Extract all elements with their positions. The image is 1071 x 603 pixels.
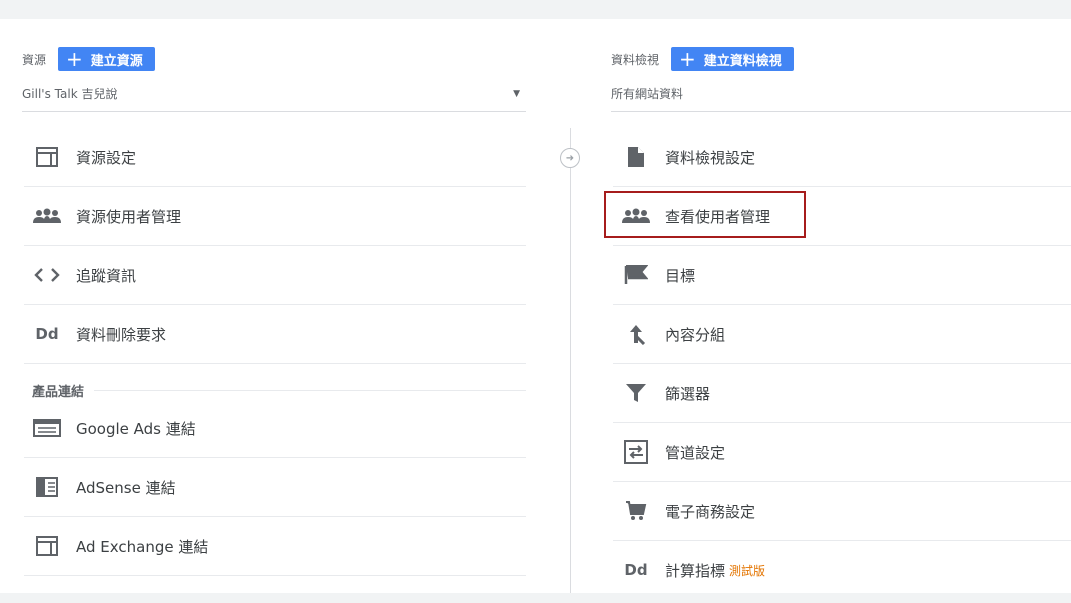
menu-item-label: 管道設定: [665, 443, 726, 462]
menu-item-adsense-links[interactable]: AdSense 連結: [24, 458, 526, 517]
dropdown-arrow-icon: ▼: [513, 89, 520, 99]
menu-item-calculated-metrics[interactable]: Dd 計算指標 測試版: [613, 541, 1071, 599]
people-icon: [621, 208, 651, 224]
view-header: 資料檢視 + 建立資料檢視: [611, 47, 794, 71]
create-view-button[interactable]: + 建立資料檢視: [671, 47, 794, 71]
menu-item-label: 篩選器: [665, 384, 711, 403]
code-icon: [32, 267, 62, 283]
people-icon: [32, 208, 62, 224]
product-links-heading: 產品連結: [32, 382, 526, 400]
menu-item-label: 內容分組: [665, 325, 726, 344]
dd-icon: Dd: [35, 325, 59, 343]
cart-icon: [621, 500, 651, 522]
menu-item-label: 計算指標: [665, 561, 726, 580]
menu-item-goals[interactable]: 目標: [613, 246, 1071, 305]
ads-icon: [32, 419, 62, 437]
create-property-label: 建立資源: [90, 53, 143, 69]
flag-icon: [621, 265, 651, 285]
section-divider: [94, 389, 526, 391]
menu-item-view-settings[interactable]: 資料檢視設定: [613, 128, 1071, 187]
adsense-icon: [32, 477, 62, 497]
menu-item-label: 目標: [665, 266, 696, 285]
menu-item-label: 資源設定: [76, 148, 137, 167]
menu-item-label: Ad Exchange 連結: [76, 537, 209, 556]
menu-item-label: 資料刪除要求: [76, 325, 167, 344]
plus-icon: +: [66, 47, 83, 71]
menu-item-label: Google Ads 連結: [76, 419, 196, 438]
create-property-button[interactable]: + 建立資源: [58, 47, 155, 71]
property-label: 資源: [22, 52, 47, 67]
beta-badge: 測試版: [729, 563, 766, 578]
document-icon: [621, 146, 651, 168]
view-selector[interactable]: 所有網站資料: [611, 85, 1071, 112]
view-label: 資料檢視: [611, 52, 660, 67]
menu-item-tracking-info[interactable]: 追蹤資訊: [24, 246, 526, 305]
menu-item-filters[interactable]: 篩選器: [613, 364, 1071, 423]
menu-item-label: 資料檢視設定: [665, 148, 756, 167]
property-selector[interactable]: Gill's Talk 吉兒說 ▼: [22, 85, 526, 112]
admin-panel: 資源 + 建立資源 Gill's Talk 吉兒說 ▼ 資源設定 資源使用者管理: [0, 19, 1071, 593]
menu-item-property-settings[interactable]: 資源設定: [24, 128, 526, 187]
merge-icon: [621, 323, 651, 345]
menu-item-label: 查看使用者管理: [665, 207, 771, 226]
plus-icon: +: [679, 47, 696, 71]
create-view-label: 建立資料檢視: [703, 53, 782, 69]
menu-item-ad-exchange-links[interactable]: Ad Exchange 連結: [24, 517, 526, 576]
menu-item-ecommerce-settings[interactable]: 電子商務設定: [613, 482, 1071, 541]
view-selector-value: 所有網站資料: [611, 87, 684, 101]
arrow-right-icon: ➜: [560, 148, 580, 168]
channel-icon: [621, 440, 651, 464]
property-header: 資源 + 建立資源: [22, 47, 155, 71]
section-title-text: 產品連結: [32, 384, 85, 400]
column-divider: [570, 128, 571, 593]
menu-item-property-user-management[interactable]: 資源使用者管理: [24, 187, 526, 246]
layout-icon: [32, 147, 62, 167]
menu-item-label: 追蹤資訊: [76, 266, 137, 285]
menu-item-google-ads-links[interactable]: Google Ads 連結: [24, 399, 526, 458]
dd-icon: Dd: [624, 561, 648, 579]
menu-item-content-grouping[interactable]: 內容分組: [613, 305, 1071, 364]
layout-icon: [32, 536, 62, 556]
filter-icon: [621, 383, 651, 403]
menu-item-label: AdSense 連結: [76, 478, 176, 497]
menu-item-label: 資源使用者管理: [76, 207, 182, 226]
menu-item-view-user-management[interactable]: 查看使用者管理: [613, 187, 1071, 246]
property-selector-value: Gill's Talk 吉兒說: [22, 87, 118, 101]
menu-item-channel-settings[interactable]: 管道設定: [613, 423, 1071, 482]
menu-item-label: 電子商務設定: [665, 502, 756, 521]
menu-item-data-deletion[interactable]: Dd 資料刪除要求: [24, 305, 526, 364]
